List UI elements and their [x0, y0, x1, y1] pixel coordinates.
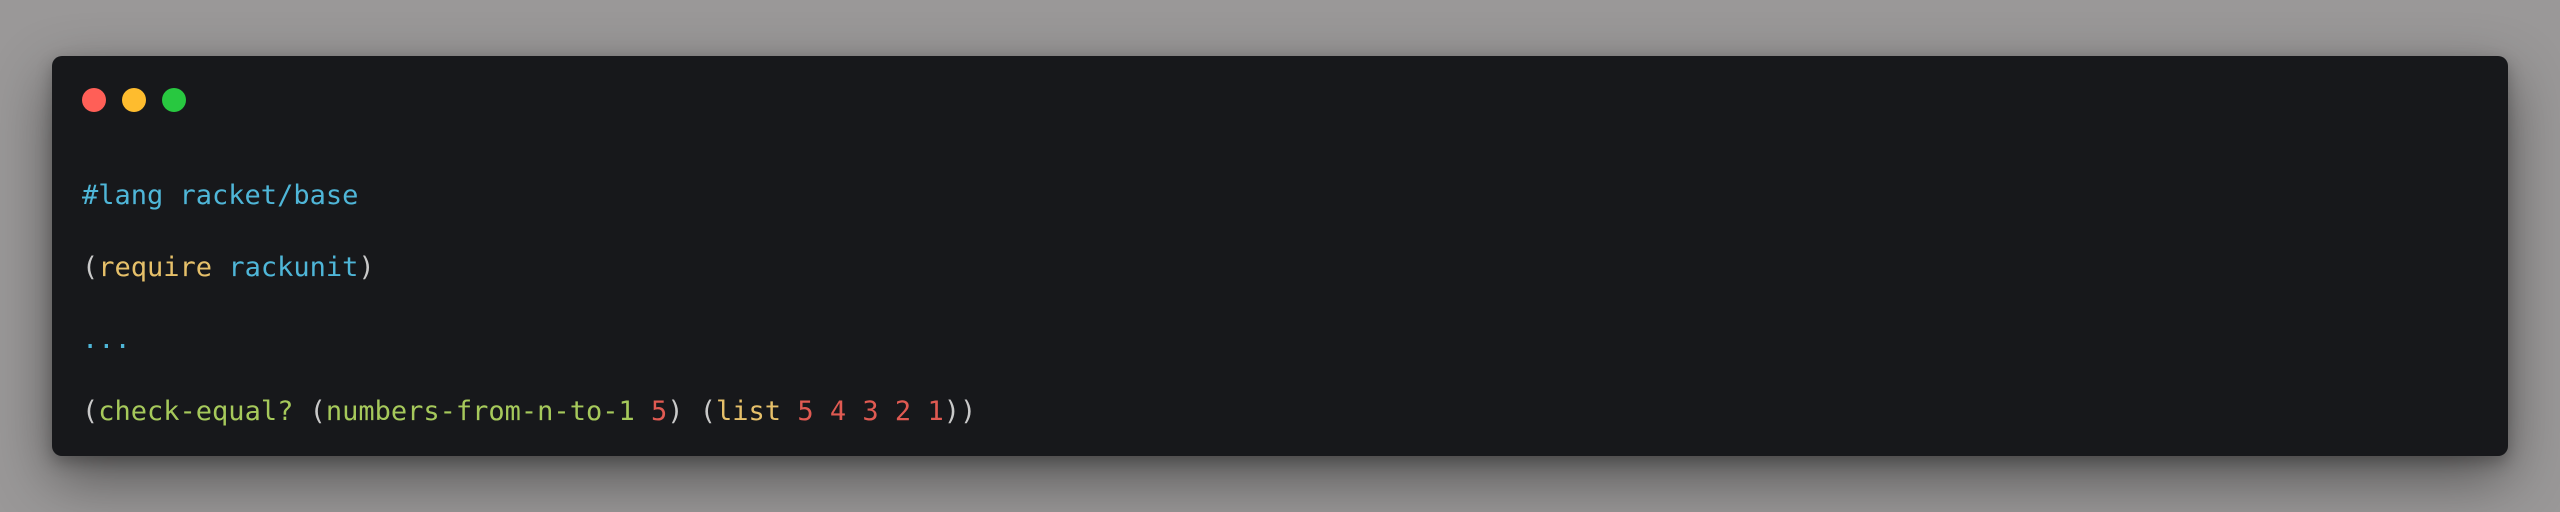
- close-button[interactable]: [82, 88, 106, 112]
- code-block: #lang racket/base (require rackunit)... (c…: [82, 160, 976, 448]
- code-token-number: 2: [894, 396, 912, 427]
- code-token-ellipsis: ...: [82, 324, 131, 355]
- code-token-number: 3: [862, 396, 879, 427]
- code-token-default: (: [293, 396, 326, 427]
- code-token-identifier: rackunit: [228, 252, 359, 283]
- code-token-default: [814, 396, 830, 427]
- code-token-keyword: require: [98, 252, 213, 283]
- code-token-function: numbers-from-n-to-1: [325, 396, 635, 427]
- code-token-default: (: [82, 252, 99, 283]
- code-token-function: check-equal?: [98, 396, 294, 427]
- code-token-default: (: [82, 396, 99, 427]
- code-line: (check-equal? (numbers-from-n-to-1 5) (l…: [82, 376, 976, 448]
- code-token-keyword: list: [716, 396, 782, 427]
- code-token-default: ) (: [667, 396, 717, 427]
- code-token-number: 5: [650, 396, 668, 427]
- code-token-default: [212, 252, 228, 283]
- code-line: ...: [82, 304, 976, 376]
- code-token-default: [781, 396, 797, 427]
- code-token-number: 4: [829, 396, 847, 427]
- code-token-default: ): [358, 252, 375, 283]
- code-token-default: )): [943, 396, 977, 427]
- minimize-button[interactable]: [122, 88, 146, 112]
- code-line: #lang racket/base: [82, 160, 976, 232]
- code-token-number: 1: [927, 396, 944, 427]
- code-token-default: [635, 396, 651, 427]
- code-token-default: [911, 396, 927, 427]
- code-token-default: [846, 396, 862, 427]
- zoom-button[interactable]: [162, 88, 186, 112]
- window-controls: [82, 88, 186, 112]
- code-token-directive: #lang racket/base: [82, 180, 359, 211]
- code-line: (require rackunit): [82, 232, 976, 304]
- code-window: #lang racket/base (require rackunit)... (c…: [52, 56, 2508, 456]
- code-token-number: 5: [797, 396, 814, 427]
- code-token-default: [879, 396, 895, 427]
